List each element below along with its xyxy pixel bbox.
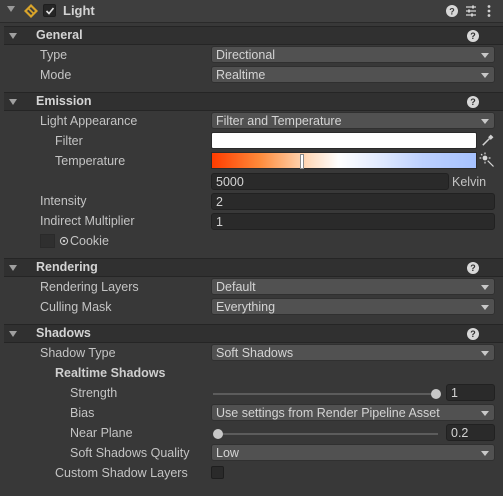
help-icon[interactable]: ? xyxy=(467,262,479,274)
custom-shadow-layers-checkbox[interactable] xyxy=(211,466,224,479)
temperature-label: Temperature xyxy=(55,154,126,168)
intensity-label: Intensity xyxy=(40,194,87,208)
fold-arrow-icon[interactable] xyxy=(9,331,17,337)
section-shadows[interactable]: Shadows ? xyxy=(4,324,503,343)
temperature-value: 5000 xyxy=(216,175,244,189)
light-component-icon xyxy=(24,4,38,18)
eyedropper-icon[interactable] xyxy=(480,133,495,148)
fold-arrow-icon[interactable] xyxy=(9,99,17,105)
type-value: Directional xyxy=(216,48,276,62)
cookie-object-icon[interactable] xyxy=(59,236,69,246)
chevron-down-icon xyxy=(481,351,489,356)
chevron-down-icon xyxy=(481,285,489,290)
help-icon[interactable]: ? xyxy=(467,30,479,42)
sun-icon[interactable] xyxy=(479,152,495,168)
near-plane-input[interactable]: 0.2 xyxy=(446,424,495,441)
bias-label: Bias xyxy=(70,406,95,420)
section-title: Shadows xyxy=(36,326,91,340)
soft-shadows-quality-value: Low xyxy=(216,446,239,460)
soft-shadows-quality-label: Soft Shadows Quality xyxy=(70,446,190,460)
component-enabled-checkbox[interactable] xyxy=(43,4,56,17)
component-header[interactable]: Light ? xyxy=(0,0,503,23)
chevron-down-icon xyxy=(481,119,489,124)
shadow-type-label: Shadow Type xyxy=(40,346,116,360)
culling-mask-value: Everything xyxy=(216,300,276,314)
checkmark-icon xyxy=(45,7,55,15)
chevron-down-icon xyxy=(481,411,489,416)
near-plane-value: 0.2 xyxy=(451,426,469,440)
mode-label: Mode xyxy=(40,68,72,82)
chevron-down-icon xyxy=(481,73,489,78)
near-plane-label: Near Plane xyxy=(70,426,133,440)
indirect-multiplier-label: Indirect Multiplier xyxy=(40,214,135,228)
mode-value: Realtime xyxy=(216,68,266,82)
near-plane-slider-thumb[interactable] xyxy=(213,429,223,439)
section-title: Rendering xyxy=(36,260,98,274)
rendering-layers-label: Rendering Layers xyxy=(40,280,139,294)
light-appearance-value: Filter and Temperature xyxy=(216,114,342,128)
section-rendering[interactable]: Rendering ? xyxy=(4,258,503,277)
filter-label: Filter xyxy=(55,134,83,148)
help-icon[interactable]: ? xyxy=(467,328,479,340)
temperature-input[interactable]: 5000 xyxy=(211,173,449,190)
bias-value: Use settings from Render Pipeline Asset xyxy=(216,406,440,420)
intensity-input[interactable]: 2 xyxy=(211,193,495,210)
chevron-down-icon xyxy=(481,451,489,456)
more-icon[interactable] xyxy=(481,3,497,19)
type-label: Type xyxy=(40,48,68,62)
intensity-value: 2 xyxy=(216,195,223,209)
rendering-layers-value: Default xyxy=(216,280,256,294)
light-appearance-label: Light Appearance xyxy=(40,114,138,128)
component-fold-icon[interactable] xyxy=(7,6,15,12)
bias-dropdown[interactable]: Use settings from Render Pipeline Asset xyxy=(211,404,495,421)
soft-shadows-quality-dropdown[interactable]: Low xyxy=(211,444,495,461)
help-icon[interactable]: ? xyxy=(467,96,479,108)
help-icon[interactable]: ? xyxy=(444,3,460,19)
temperature-slider-thumb[interactable] xyxy=(300,154,304,169)
chevron-down-icon xyxy=(481,305,489,310)
filter-color-field[interactable] xyxy=(211,132,477,149)
culling-mask-label: Culling Mask xyxy=(40,300,112,314)
section-title: General xyxy=(36,28,83,42)
fold-arrow-icon[interactable] xyxy=(9,265,17,271)
svg-text:?: ? xyxy=(449,7,455,17)
type-dropdown[interactable]: Directional xyxy=(211,46,495,63)
fold-arrow-icon[interactable] xyxy=(9,33,17,39)
strength-label: Strength xyxy=(70,386,118,400)
cookie-label: Cookie xyxy=(70,234,109,248)
indirect-multiplier-input[interactable]: 1 xyxy=(211,213,495,230)
kelvin-unit-label: Kelvin xyxy=(452,175,487,189)
strength-input[interactable]: 1 xyxy=(446,384,495,401)
section-emission[interactable]: Emission ? xyxy=(4,92,503,111)
temperature-gradient-slider[interactable] xyxy=(211,152,477,169)
strength-slider-thumb[interactable] xyxy=(431,389,441,399)
strength-value: 1 xyxy=(451,386,458,400)
indirect-multiplier-value: 1 xyxy=(216,215,223,229)
custom-shadow-layers-label: Custom Shadow Layers xyxy=(55,466,188,480)
cookie-preview-box[interactable] xyxy=(40,234,55,248)
near-plane-slider-track[interactable] xyxy=(216,433,438,435)
section-general[interactable]: General ? xyxy=(4,26,503,45)
section-title: Emission xyxy=(36,94,92,108)
light-appearance-dropdown[interactable]: Filter and Temperature xyxy=(211,112,495,129)
shadow-type-value: Soft Shadows xyxy=(216,346,294,360)
component-title: Light xyxy=(63,3,95,18)
shadow-type-dropdown[interactable]: Soft Shadows xyxy=(211,344,495,361)
chevron-down-icon xyxy=(481,53,489,58)
light-inspector: Light ? General ? Type Directional Mode … xyxy=(0,0,503,496)
strength-slider-track[interactable] xyxy=(213,393,438,395)
culling-mask-dropdown[interactable]: Everything xyxy=(211,298,495,315)
mode-dropdown[interactable]: Realtime xyxy=(211,66,495,83)
rendering-layers-dropdown[interactable]: Default xyxy=(211,278,495,295)
preset-icon[interactable] xyxy=(463,3,479,19)
realtime-shadows-heading: Realtime Shadows xyxy=(55,366,166,380)
